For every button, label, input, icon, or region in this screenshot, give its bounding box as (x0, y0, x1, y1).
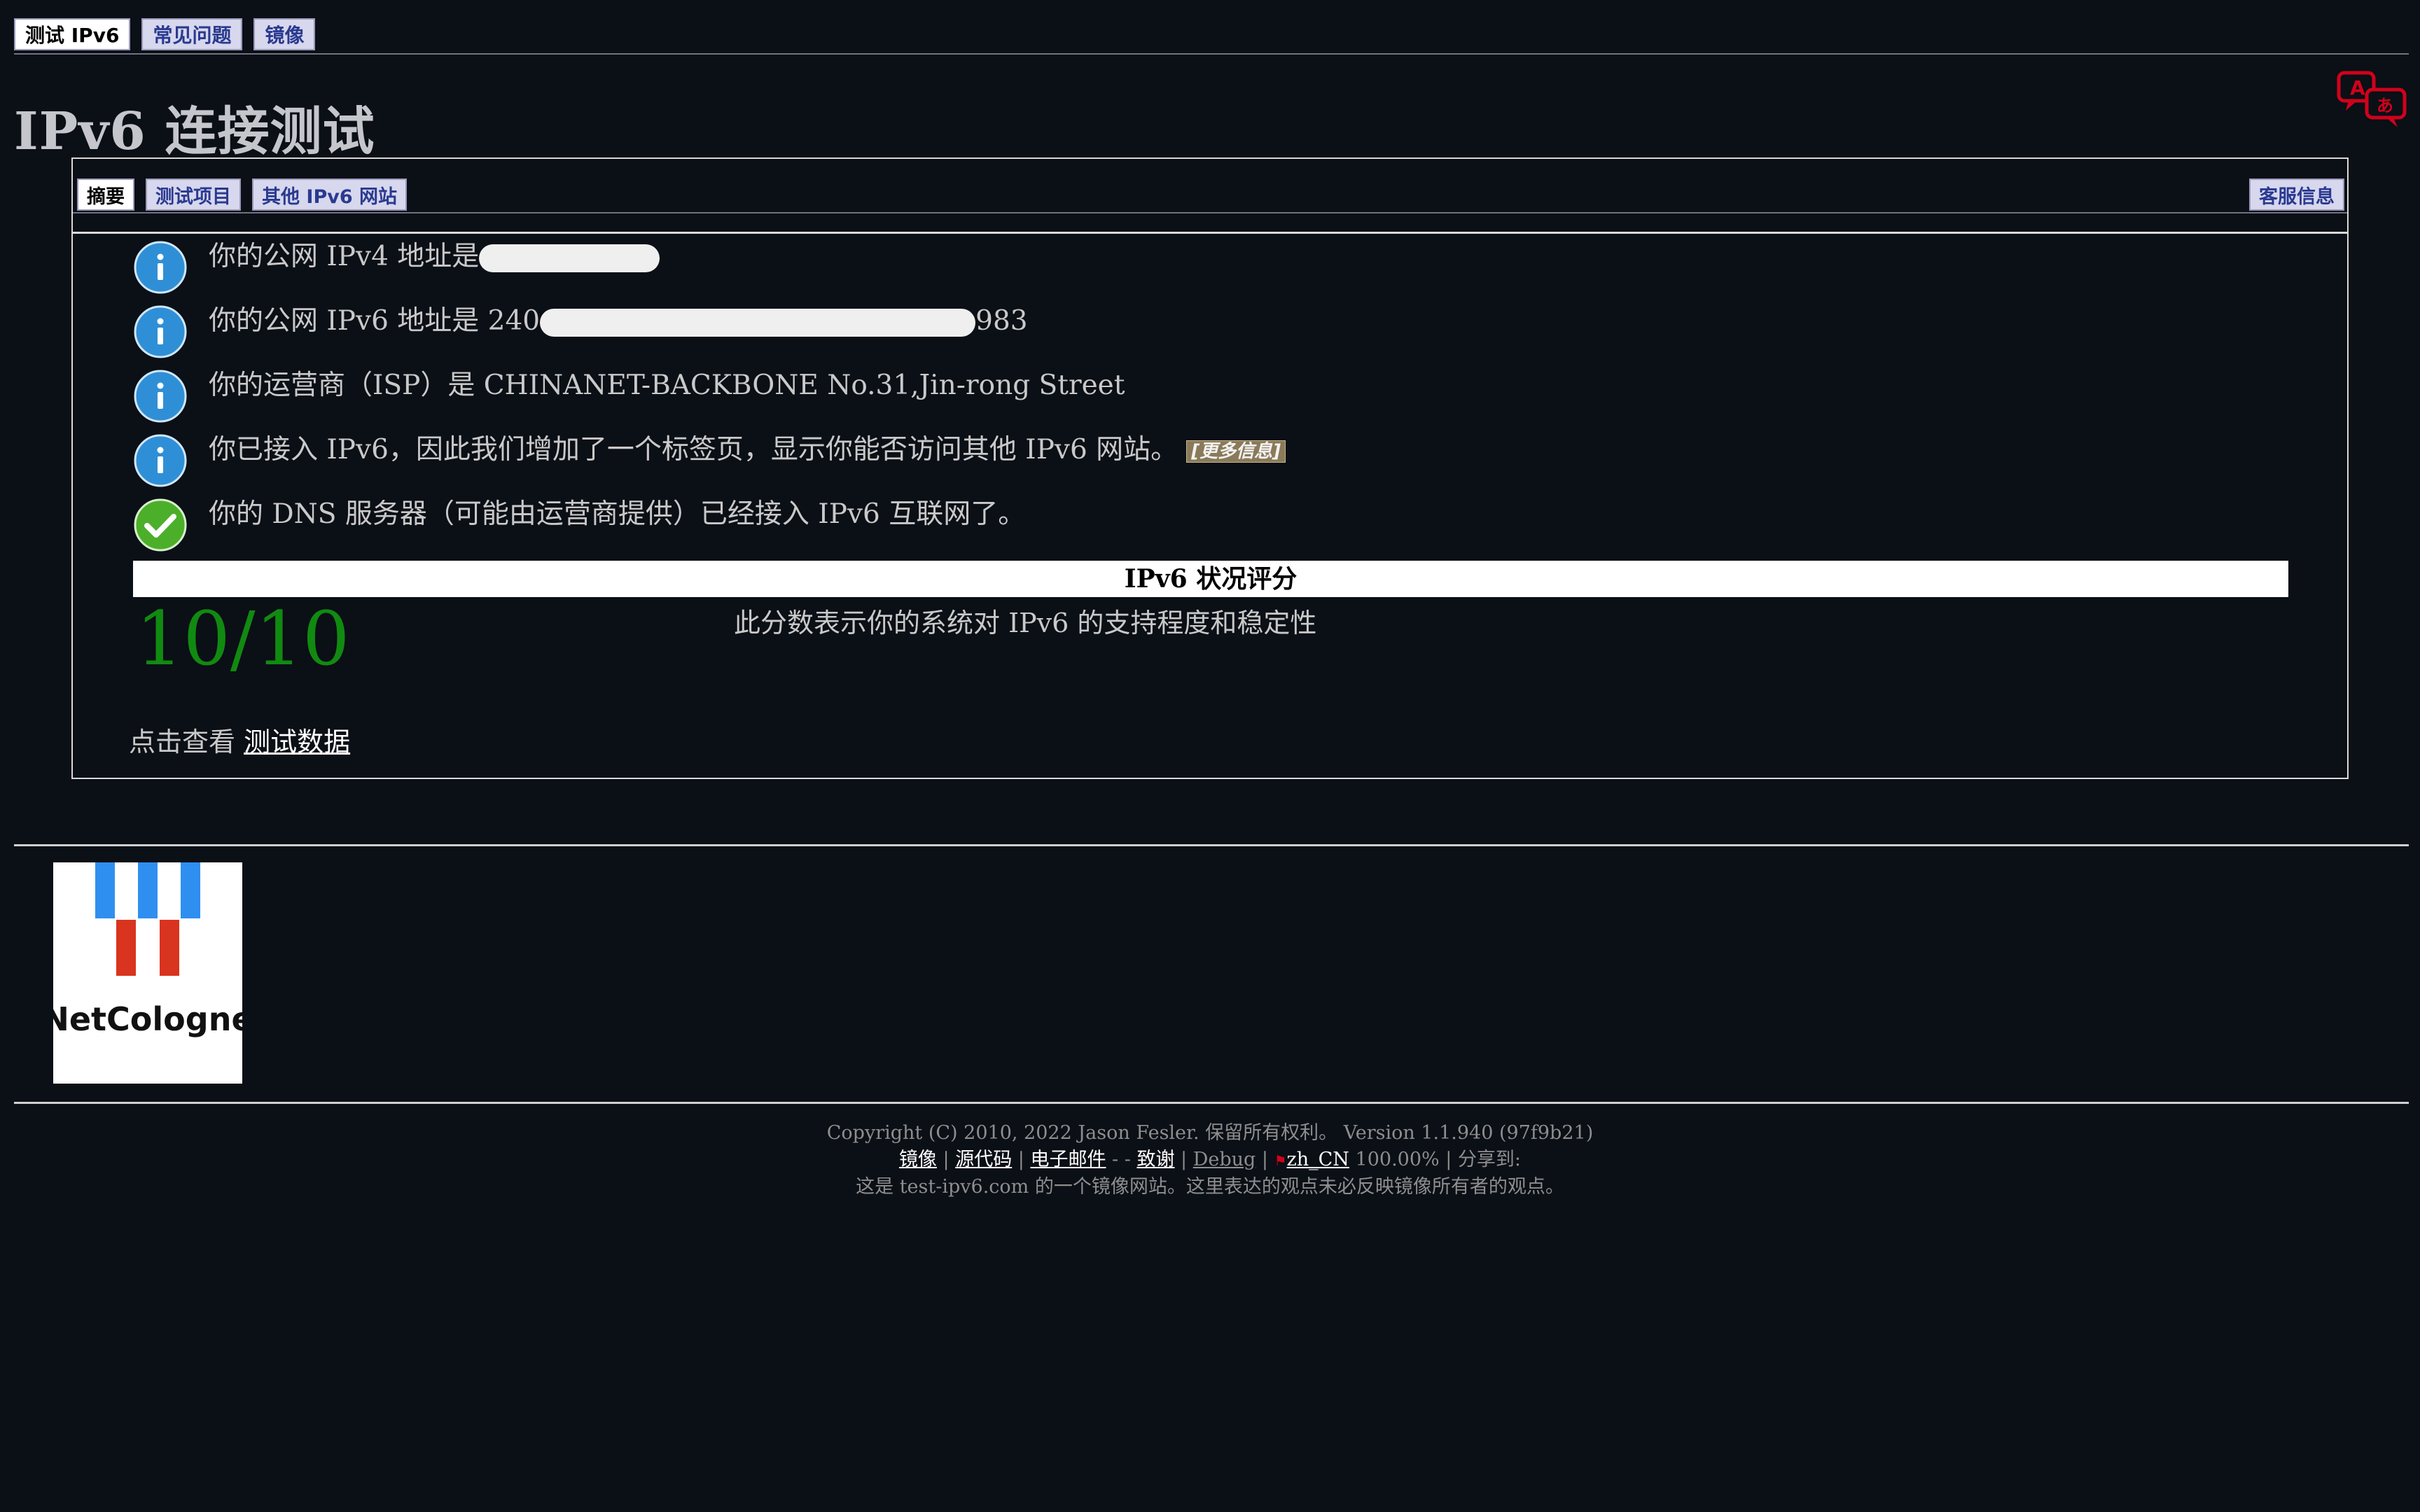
info-icon (134, 370, 187, 423)
page-title: IPv6 连接测试 (14, 102, 375, 162)
score-title: IPv6 状况评分 (133, 561, 2288, 597)
tab-summary[interactable]: 摘要 (77, 178, 134, 211)
source-code-link[interactable]: 源代码 (955, 1149, 1012, 1170)
top-divider (14, 53, 2409, 55)
list-item: 你已接入 IPv6，因此我们增加了一个标签页，显示你能否访问其他 IPv6 网站… (133, 430, 1286, 495)
locale-link[interactable]: zh_CN (1287, 1149, 1349, 1170)
flag-icon: ⚑ (1274, 1152, 1287, 1169)
mirrors-link[interactable]: 镜像 (899, 1149, 937, 1170)
netcologne-logo[interactable]: NetCologne (53, 862, 242, 1084)
ipv4-label: 你的公网 IPv4 地址是 (209, 241, 480, 272)
divider (14, 1102, 2409, 1104)
info-icon (134, 434, 187, 487)
check-icon (134, 498, 187, 552)
mirror-note: 这是 test-ipv6.com 的一个镜像网站。这里表达的观点未必反映镜像所有… (856, 1176, 1564, 1198)
language-icon[interactable]: A あ (2336, 70, 2409, 130)
score-value: 10/10 (136, 596, 350, 682)
ipv6-suffix: 983 (975, 305, 1028, 337)
results-panel: 摘要 测试项目 其他 IPv6 网站 客服信息 你的公网 IPv4 地址是 你的… (71, 158, 2349, 779)
debug-link[interactable]: Debug (1193, 1149, 1256, 1170)
test-data-link[interactable]: 测试数据 (244, 727, 350, 757)
result-messages: 你的公网 IPv4 地址是 你的公网 IPv6 地址是 240 983 你的运营商… (133, 237, 1286, 559)
footer-links: 镜像 | 源代码 | 电子邮件 - - 致谢 | Debug | ⚑zh_CN … (898, 1149, 1522, 1170)
dns-text: 你的 DNS 服务器（可能由运营商提供）已经接入 IPv6 互联网了。 (209, 498, 1026, 530)
view-data-prefix: 点击查看 (129, 727, 236, 757)
share-label: 分享到: (1457, 1149, 1522, 1170)
tab-mirrors[interactable]: 镜像 (253, 18, 316, 50)
svg-text:A: A (2350, 76, 2365, 99)
svg-text:あ: あ (2377, 96, 2393, 115)
email-link[interactable]: 电子邮件 (1030, 1149, 1106, 1170)
ipv6-tab-note: 你已接入 IPv6，因此我们增加了一个标签页，显示你能否访问其他 IPv6 网站… (209, 434, 1178, 465)
copyright-text: Copyright (C) 2010, 2022 Jason Fesler. 保… (826, 1122, 1594, 1144)
locale-percent: 100.00% (1355, 1149, 1440, 1170)
tab-faq[interactable]: 常见问题 (141, 18, 243, 50)
info-icon (134, 305, 187, 358)
tab-help-desk[interactable]: 客服信息 (2249, 178, 2344, 211)
list-item: 你的公网 IPv4 地址是 (133, 237, 1286, 302)
more-info-link[interactable]: [更多信息] (1186, 440, 1286, 463)
divider (14, 844, 2409, 846)
ipv6-label: 你的公网 IPv6 地址是 240 (209, 305, 541, 337)
tab-test-ipv6[interactable]: 测试 IPv6 (14, 18, 131, 50)
redacted-ipv6 (540, 309, 976, 337)
isp-text: 你的运营商（ISP）是 CHINANET-BACKBONE No.31,Jin-… (209, 370, 1125, 401)
score-description: 此分数表示你的系统对 IPv6 的支持程度和稳定性 (734, 608, 1317, 638)
results-tab-bar: 摘要 测试项目 其他 IPv6 网站 (77, 178, 408, 211)
thanks-link[interactable]: 致谢 (1136, 1149, 1174, 1170)
list-item: 你的公网 IPv6 地址是 240 983 (133, 302, 1286, 366)
list-item: 你的运营商（ISP）是 CHINANET-BACKBONE No.31,Jin-… (133, 366, 1286, 430)
svg-text:NetCologne: NetCologne (53, 1000, 242, 1038)
top-tab-bar: 测试 IPv6 常见问题 镜像 (14, 18, 316, 50)
list-item: 你的 DNS 服务器（可能由运营商提供）已经接入 IPv6 互联网了。 (133, 495, 1286, 559)
redacted-ipv4 (479, 244, 660, 272)
content-divider (73, 232, 2347, 234)
info-icon (134, 241, 187, 294)
tab-divider (73, 212, 2347, 214)
footer: Copyright (C) 2010, 2022 Jason Fesler. 保… (0, 1120, 2420, 1200)
tab-other-ipv6-sites[interactable]: 其他 IPv6 网站 (252, 178, 408, 211)
view-data-line: 点击查看 测试数据 (129, 720, 350, 759)
tab-tests-run[interactable]: 测试项目 (146, 178, 241, 211)
